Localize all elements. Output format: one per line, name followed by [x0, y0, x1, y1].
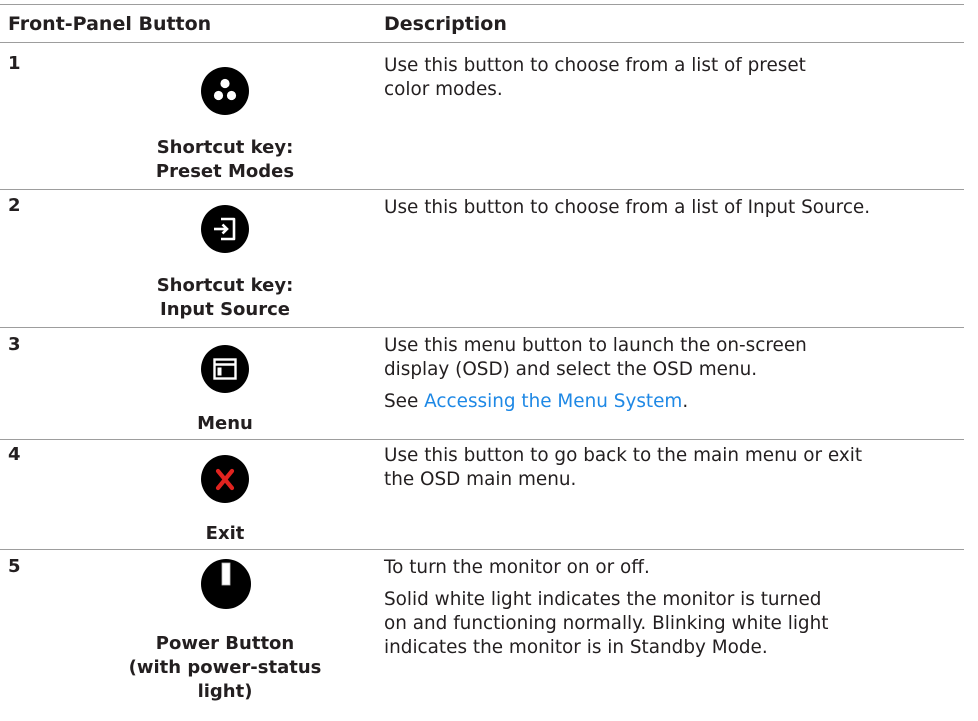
row-number: 3 — [8, 334, 21, 355]
row-rule — [0, 549, 964, 550]
button-caption: Input Source — [160, 299, 290, 320]
column-header-description: Description — [384, 13, 507, 35]
row-rule — [0, 327, 964, 328]
row-number: 2 — [8, 195, 21, 216]
button-caption: Menu — [197, 413, 253, 434]
accessing-menu-system-link[interactable]: Accessing the Menu System — [424, 391, 682, 412]
menu-icon — [201, 345, 249, 393]
button-caption: Exit — [205, 523, 245, 544]
preset-modes-icon — [201, 67, 249, 115]
row-number: 4 — [8, 444, 21, 465]
header-rule — [0, 42, 964, 43]
button-caption: (with power-status light) — [128, 657, 322, 702]
row-description: Use this button to go back to the main m… — [384, 445, 863, 490]
button-caption: Shortcut key: — [156, 137, 294, 158]
row-rule — [0, 189, 964, 190]
column-header-button: Front-Panel Button — [8, 13, 212, 35]
input-source-icon — [201, 205, 249, 253]
button-caption: Power Button — [155, 633, 295, 654]
row-number: 5 — [8, 556, 21, 577]
row-description: Use this menu button to launch the on-sc… — [384, 335, 807, 412]
button-caption: Shortcut key: — [156, 275, 294, 296]
exit-icon — [201, 455, 249, 503]
row-description: Use this button to choose from a list of… — [384, 197, 871, 218]
power-icon — [201, 559, 251, 609]
row-description: To turn the monitor on or off. Solid whi… — [384, 557, 829, 658]
table-top-rule — [0, 4, 964, 5]
row-rule — [0, 439, 964, 440]
row-number: 1 — [8, 53, 21, 74]
row-description: Use this button to choose from a list of… — [384, 55, 806, 100]
button-caption: Preset Modes — [155, 161, 295, 182]
